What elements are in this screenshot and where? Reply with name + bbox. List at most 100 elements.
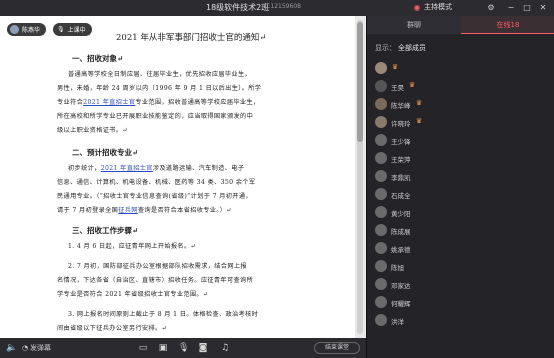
- member-row[interactable]: 王昊 ♛: [375, 78, 551, 96]
- link-direct-recruit[interactable]: 2021 年直招士官: [83, 99, 135, 106]
- image-icon[interactable]: ▣: [158, 343, 168, 353]
- close-icon[interactable]: ✕: [538, 3, 548, 13]
- member-row[interactable]: 邓家达: [375, 276, 551, 294]
- avatar: [375, 278, 387, 290]
- end-class-button[interactable]: 结束课堂: [314, 342, 360, 354]
- bullet-comment-icon[interactable]: ◔: [20, 343, 30, 353]
- avatar: [375, 62, 387, 74]
- camera-icon[interactable]: ◙: [198, 343, 208, 353]
- member-name: 石成全: [391, 192, 411, 200]
- member-name: 姚承德: [391, 246, 411, 254]
- stage-button[interactable]: 🎙 上课中: [53, 23, 92, 36]
- document-line: 民通用专业。（“招收士官专业信息查询(省级)”计划于 7 月初开通，: [57, 193, 252, 200]
- music-icon[interactable]: ♫: [220, 343, 230, 353]
- member-row[interactable]: 王荣萍: [375, 150, 551, 168]
- member-name: 陈华峰: [391, 102, 411, 110]
- avatar: [375, 170, 387, 182]
- document-scroll-thumb[interactable]: [357, 22, 363, 142]
- member-row[interactable]: 王少锋: [375, 132, 551, 150]
- microphone-icon[interactable]: 🎙: [178, 343, 189, 353]
- maximize-icon[interactable]: □: [522, 3, 532, 13]
- host-mode-label[interactable]: 主持模式: [424, 2, 452, 12]
- section-heading: 一、招收对象↵: [72, 54, 124, 63]
- member-name: 邓家达: [391, 282, 411, 290]
- avatar: [375, 224, 387, 236]
- member-name: 王昊: [391, 84, 404, 92]
- member-name: 陈成展: [391, 228, 411, 236]
- bullet-comment-button[interactable]: 发弹幕: [30, 343, 51, 353]
- document-title: 2021 年从非军事部门招收士官的通知↵: [116, 33, 267, 43]
- member-row[interactable]: 姚承德: [375, 240, 551, 258]
- avatar: [375, 188, 387, 200]
- member-row[interactable]: 陈华峰 ♛: [375, 96, 551, 114]
- screen-share-icon[interactable]: ▭: [138, 343, 148, 353]
- document-line: 学专业是否符合 2021 年省级招收士官专业范围。↵: [57, 291, 209, 298]
- member-row[interactable]: 石成全: [375, 186, 551, 204]
- document-line: 间由省级以下征兵办公室另行安排。↵: [57, 325, 168, 332]
- member-filter[interactable]: 显示： 全部成员: [375, 43, 426, 53]
- microphone-icon: 🎙: [57, 26, 65, 33]
- member-name: 王少锋: [391, 138, 411, 146]
- settings-icon[interactable]: ⚙: [486, 3, 496, 13]
- document-line: 级以上职业资格证书。↵: [57, 127, 128, 134]
- host-badge-icon: ♛: [415, 99, 423, 107]
- avatar: [375, 152, 387, 164]
- document-line: 2. 7 月初，国防部征兵办公室根据部队招收需求，结合网上报: [68, 263, 247, 270]
- speaker-icon[interactable]: 🔈: [6, 343, 17, 353]
- host-mode-icon[interactable]: ◉: [412, 3, 422, 13]
- member-name: 陈旭: [391, 264, 404, 272]
- document-line: 名情况，下达各省（自治区、直辖市）招收任务。应征青年可查询所: [57, 277, 254, 284]
- host-badge-icon: ♛: [408, 81, 416, 89]
- avatar: [375, 206, 387, 218]
- document-line: 初步统计，2021 年直招士官涉及道路运输、汽车制造、电子: [68, 165, 245, 172]
- member-row[interactable]: 洪洋: [375, 312, 551, 330]
- class-id: ID:12159608: [262, 3, 301, 10]
- avatar: [375, 314, 387, 326]
- member-name: 何耀辉: [391, 300, 411, 308]
- member-row[interactable]: ♛: [375, 60, 551, 78]
- host-badge-icon: ♛: [415, 117, 423, 125]
- presenter-badge: 陈燕华: [7, 23, 47, 36]
- member-name: 李鼎凯: [391, 174, 411, 182]
- section-heading: 二、预计招收专业↵: [72, 148, 139, 157]
- presenter-name: 陈燕华: [22, 27, 41, 34]
- tab-online[interactable]: 在线18: [461, 16, 554, 34]
- avatar: [375, 134, 387, 146]
- members-panel: 群聊 在线18 显示： 全部成员 ♛ 王昊 ♛ 陈华峰 ♛ 许晓玲 ♛ 王少锋王荣萍李鼎凯石成全…: [366, 16, 554, 358]
- member-name: 许晓玲: [391, 120, 411, 128]
- document-line: 男性，未婚，年龄 24 周岁以内（1996 年 9 月 1 日以后出生）。所学: [57, 85, 262, 92]
- member-row[interactable]: 陈旭: [375, 258, 551, 276]
- link-direct-recruit[interactable]: 2021 年直招士官: [101, 165, 153, 172]
- filter-label: 显示：: [375, 44, 396, 52]
- panel-tabs: 群聊 在线18: [367, 16, 554, 34]
- document-line: 3. 网上报名时间原则上截止于 8 月 1 日。体格检查、政治考核时: [68, 311, 259, 318]
- member-row[interactable]: 何耀辉: [375, 294, 551, 312]
- document-line: 信息、通信、计算机、机电设备、机械、医药等 34 类、350 余个军: [57, 179, 256, 186]
- member-row[interactable]: 黄少阳: [375, 204, 551, 222]
- bottom-toolbar: 🔈 ◔ 发弹幕 ▭ ▣ 🎙 ◙ ♫ 结束课堂: [0, 338, 366, 358]
- avatar: [10, 25, 19, 34]
- link-recruitment-site[interactable]: 征兵网: [118, 207, 138, 214]
- document-line: 普通高等学校全日制应届、往届毕业生，优先招收应届毕业生，: [68, 71, 252, 78]
- document-line: 所在高校和所学专业已开展职业技能鉴定的，应当取得国家颁发的中: [57, 113, 254, 120]
- member-row[interactable]: 李鼎凯: [375, 168, 551, 186]
- document-page: 陈燕华 🎙 上课中 2021 年从非军事部门招收士官的通知↵ 一、招收对象↵ 普…: [0, 16, 355, 338]
- minimize-icon[interactable]: −: [506, 3, 516, 13]
- member-name: 洪洋: [391, 318, 404, 326]
- host-badge-icon: ♛: [391, 63, 399, 71]
- member-row[interactable]: 陈成展: [375, 222, 551, 240]
- document-line: 1. 4 月 6 日起，应征青年网上开始报名。↵: [68, 243, 197, 250]
- filter-value[interactable]: 全部成员: [398, 44, 426, 52]
- avatar: [375, 98, 387, 110]
- tab-group-chat[interactable]: 群聊: [367, 16, 461, 34]
- avatar: [375, 296, 387, 308]
- avatar: [375, 242, 387, 254]
- avatar: [375, 116, 387, 128]
- shared-document-area: 陈燕华 🎙 上课中 2021 年从非军事部门招收士官的通知↵ 一、招收对象↵ 普…: [0, 16, 366, 338]
- window-title: 18级软件技术2班: [206, 3, 270, 12]
- window-titlebar: 18级软件技术2班 ID:12159608 ◉ 主持模式 ⚙ − □ ✕: [0, 0, 554, 16]
- section-heading: 三、招收工作步骤↵: [72, 226, 139, 235]
- document-line: 请于 7 月初登录全国征兵网查询是否符合本省招收专业。）↵: [57, 207, 232, 214]
- document-line: 专业符合2021 年直招士官专业范围，招收普通高等学校应届毕业生，: [57, 99, 260, 106]
- member-row[interactable]: 许晓玲 ♛: [375, 114, 551, 132]
